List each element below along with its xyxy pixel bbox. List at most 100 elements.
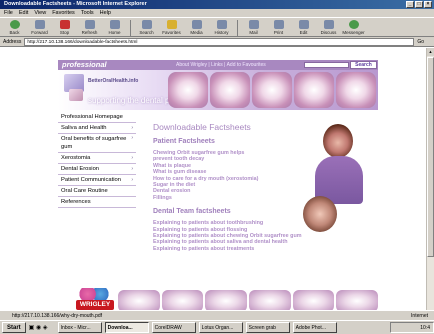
toolbar-separator bbox=[130, 20, 131, 36]
discuss-icon bbox=[323, 20, 334, 29]
task-button-inbox[interactable]: Inbox - Micr... bbox=[57, 322, 102, 333]
smile-photo bbox=[210, 72, 250, 108]
team-factsheet-link[interactable]: Explaining to patients about saliva and … bbox=[153, 239, 293, 245]
history-button[interactable]: History bbox=[209, 18, 234, 37]
menu-view[interactable]: View bbox=[34, 9, 46, 17]
forward-button[interactable]: Forward bbox=[27, 18, 52, 37]
smile-photo bbox=[249, 290, 291, 312]
media-icon bbox=[191, 20, 202, 29]
stop-button[interactable]: Stop bbox=[52, 18, 77, 37]
smile-photo bbox=[205, 290, 248, 312]
team-factsheet-link[interactable]: Explaining to patients about treatments bbox=[153, 246, 293, 252]
sidebar-item-oral-care-routine[interactable]: Oral Care Routine bbox=[58, 186, 136, 197]
scroll-up-icon[interactable]: ▲ bbox=[427, 48, 434, 56]
task-button-photoshop[interactable]: Adobe Phot... bbox=[292, 322, 337, 333]
chevron-right-icon: › bbox=[131, 155, 133, 161]
sidebar-item-references[interactable]: References bbox=[58, 197, 136, 208]
smile-photo bbox=[294, 72, 334, 108]
chevron-right-icon: › bbox=[131, 166, 133, 172]
menu-help[interactable]: Help bbox=[100, 9, 111, 17]
site-banner: BetterOralHealth.info supporting the den… bbox=[58, 70, 378, 110]
refresh-icon bbox=[84, 20, 95, 29]
main-content: Downloadable Factsheets Patient Factshee… bbox=[153, 122, 302, 252]
mail-button[interactable]: Mail bbox=[241, 18, 266, 37]
address-bar: Address http://217.10.138.166/downloadab… bbox=[0, 37, 434, 47]
sidebar-item-xerostomia[interactable]: Xerostomia › bbox=[58, 153, 136, 164]
site-header: professional About Wrigley | Links | Add… bbox=[58, 60, 378, 70]
go-button[interactable]: Go bbox=[417, 39, 424, 45]
messenger-icon bbox=[348, 20, 359, 29]
toolbar-separator bbox=[237, 20, 238, 36]
patient-factsheets-heading: Patient Factsheets bbox=[153, 138, 215, 145]
sidebar-item-patient-communication[interactable]: Patient Communication › bbox=[58, 175, 136, 186]
start-button[interactable]: Start bbox=[2, 322, 26, 333]
menu-file[interactable]: File bbox=[4, 9, 13, 17]
smile-photo-strip bbox=[168, 72, 376, 108]
window-title-bar: Downloadable Factsheets - Microsoft Inte… bbox=[0, 0, 434, 9]
media-button[interactable]: Media bbox=[184, 18, 209, 37]
dental-team-factsheets-heading: Dental Team factsheets bbox=[153, 208, 231, 216]
menu-edit[interactable]: Edit bbox=[19, 9, 28, 17]
discuss-button[interactable]: Discuss bbox=[316, 18, 341, 37]
menu-favorites[interactable]: Favorites bbox=[52, 9, 75, 17]
photo-child bbox=[303, 196, 337, 232]
smile-photo bbox=[118, 290, 160, 312]
refresh-button[interactable]: Refresh bbox=[77, 18, 102, 37]
wrigley-logo: WRIGLEY bbox=[74, 288, 114, 312]
home-button[interactable]: Home bbox=[102, 18, 127, 37]
forward-arrow-icon bbox=[34, 20, 45, 29]
site-search-button[interactable]: Search bbox=[350, 61, 377, 69]
task-button-lotus-organizer[interactable]: Lotus Organ... bbox=[198, 322, 243, 333]
smile-photo bbox=[252, 72, 292, 108]
wrigley-logo-text: WRIGLEY bbox=[76, 300, 114, 310]
task-button-coreldraw[interactable]: CorelDRAW bbox=[151, 322, 196, 333]
menu-bar: File Edit View Favorites Tools Help bbox=[0, 9, 434, 17]
security-zone: Internet bbox=[411, 313, 428, 319]
history-icon bbox=[216, 20, 227, 29]
smile-photo bbox=[336, 72, 376, 108]
page-viewport: professional About Wrigley | Links | Add… bbox=[0, 48, 434, 320]
messenger-button[interactable]: Messenger bbox=[341, 18, 366, 37]
search-button[interactable]: Search bbox=[134, 18, 159, 37]
maximize-button[interactable]: □ bbox=[415, 1, 423, 8]
smile-photo bbox=[336, 290, 379, 312]
top-links[interactable]: About Wrigley | Links | Add to Favourite… bbox=[176, 60, 266, 70]
edit-icon bbox=[298, 20, 309, 29]
minimize-button[interactable]: _ bbox=[406, 1, 414, 8]
print-button[interactable]: Print bbox=[266, 18, 291, 37]
system-tray-clock[interactable]: 10:4 bbox=[390, 322, 434, 333]
smile-photo bbox=[161, 290, 204, 312]
sidebar-item-oral-benefits[interactable]: Oral benefits of sugarfree gum › bbox=[58, 134, 136, 153]
home-icon bbox=[109, 20, 120, 29]
sidebar-nav: Professional Homepage Saliva and Health ›… bbox=[58, 112, 136, 208]
task-button-screen-grab[interactable]: Screen grab bbox=[245, 322, 290, 333]
task-button-browser[interactable]: Downloa... bbox=[104, 322, 149, 333]
footer-smile-strip bbox=[118, 290, 379, 312]
status-text: http://217.10.138.166/why-dry-mouth.pdf bbox=[12, 313, 103, 319]
back-arrow-icon bbox=[9, 20, 20, 29]
sidebar-item-professional-homepage[interactable]: Professional Homepage bbox=[58, 112, 136, 123]
back-button[interactable]: Back bbox=[2, 18, 27, 37]
scrollbar-thumb[interactable] bbox=[427, 57, 434, 257]
page-title: Downloadable Factsheets bbox=[153, 122, 251, 132]
favorites-button[interactable]: Favorites bbox=[159, 18, 184, 37]
smile-photo bbox=[292, 290, 335, 312]
browser-toolbar: Back Forward Stop Refresh Home Search Fa… bbox=[0, 17, 434, 37]
site-search-input[interactable] bbox=[304, 62, 349, 68]
vertical-scrollbar[interactable]: ▲ ▼ bbox=[426, 48, 434, 320]
windows-taskbar: Start ▣ ◉ ◈ Inbox - Micr... Downloa... C… bbox=[0, 320, 434, 334]
search-icon bbox=[141, 20, 152, 29]
photo-head bbox=[323, 124, 353, 158]
menu-tools[interactable]: Tools bbox=[81, 9, 94, 17]
sidebar-item-saliva-and-health[interactable]: Saliva and Health › bbox=[58, 123, 136, 134]
edit-button[interactable]: Edit bbox=[291, 18, 316, 37]
website: professional About Wrigley | Links | Add… bbox=[58, 60, 379, 320]
quick-launch-icons[interactable]: ▣ ◉ ◈ bbox=[29, 324, 55, 331]
address-input[interactable]: http://217.10.138.166/downloadable-facts… bbox=[24, 37, 415, 46]
chevron-right-icon: › bbox=[131, 125, 133, 131]
site-brand: professional bbox=[62, 60, 107, 69]
printer-icon bbox=[273, 20, 284, 29]
close-button[interactable]: × bbox=[424, 1, 432, 8]
window-title: Downloadable Factsheets - Microsoft Inte… bbox=[4, 1, 147, 7]
sidebar-item-dental-erosion[interactable]: Dental Erosion › bbox=[58, 164, 136, 175]
